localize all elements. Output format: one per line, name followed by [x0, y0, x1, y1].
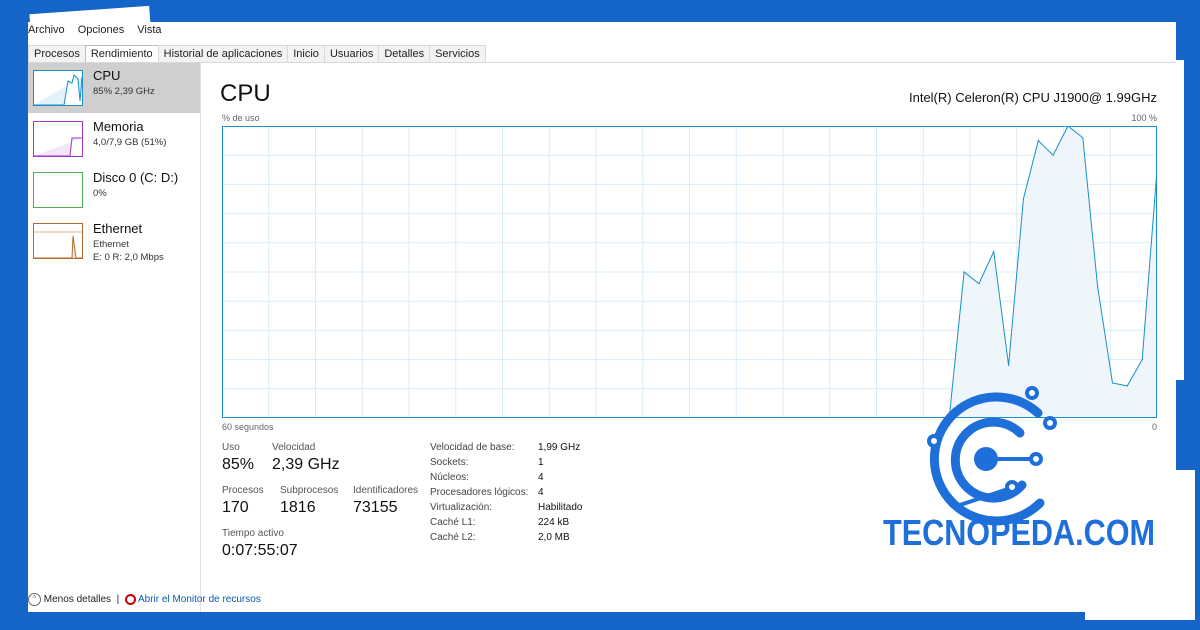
cpu-usage-point: [978, 283, 980, 285]
tiempo-activo-label: Tiempo activo: [222, 528, 284, 539]
prop-value: 2,0 MB: [538, 532, 570, 543]
sidebar-item-title: Memoria: [93, 119, 144, 134]
sidebar-item-memoria[interactable]: Memoria 4,0/7,9 GB (51%): [28, 114, 200, 164]
chevron-up-icon[interactable]: ^: [28, 593, 41, 606]
page-title: CPU: [220, 80, 271, 107]
sidebar-item-title: Disco 0 (C: D:): [93, 170, 179, 185]
subprocesos-label: Subprocesos: [280, 485, 339, 496]
cpu-usage-point: [1097, 286, 1099, 288]
tab-historial[interactable]: Historial de aplicaciones: [157, 45, 289, 63]
menu-vista[interactable]: Vista: [137, 24, 161, 36]
footer-bar: ^ Menos detalles | Abrir el Monitor de r…: [28, 593, 261, 606]
brand-name: TECNOPEDA.COM: [883, 512, 1156, 553]
cpu-usage-point: [1111, 382, 1114, 384]
prop-value: Habilitado: [538, 502, 583, 513]
processor-name: Intel(R) Celeron(R) CPU J1900@ 1.99GHz: [908, 90, 1157, 105]
tiempo-activo-value: 0:07:55:07: [222, 542, 298, 559]
resource-monitor-link[interactable]: Abrir el Monitor de recursos: [138, 594, 261, 605]
tab-detalles[interactable]: Detalles: [378, 45, 431, 63]
sidebar-item-title: Ethernet: [93, 221, 143, 236]
prop-value: 1,99 GHz: [538, 442, 581, 453]
resource-monitor-icon[interactable]: [124, 594, 136, 605]
sidebar-item-disco[interactable]: Disco 0 (C: D:) 0%: [28, 165, 200, 215]
tab-usuarios[interactable]: Usuarios: [323, 45, 380, 63]
tab-rendimiento[interactable]: Rendimiento: [84, 45, 159, 63]
cpu-usage-point: [1007, 364, 1010, 367]
menu-bar: Archivo Opciones Vista: [28, 24, 172, 44]
sidebar-item-title: CPU: [93, 68, 121, 83]
prop-value: 1: [538, 457, 544, 468]
cpu-usage-point: [1141, 359, 1143, 361]
sidebar-item-ethernet[interactable]: Ethernet Ethernet E: 0 R: 2,0 Mbps: [28, 216, 200, 266]
identificadores-label: Identificadores: [353, 485, 419, 496]
cpu-usage-point: [1126, 385, 1128, 387]
prop-label: Sockets:: [430, 457, 469, 468]
sidebar-item-cpu[interactable]: CPU 85% 2,39 GHz: [28, 63, 200, 113]
cpu-usage-point: [1052, 154, 1054, 156]
prop-label: Virtualización:: [430, 502, 493, 513]
menu-opciones[interactable]: Opciones: [78, 24, 124, 36]
y-axis-label: % de uso: [222, 113, 260, 123]
prop-label: Procesadores lógicos:: [430, 487, 529, 498]
prop-value: 4: [538, 487, 544, 498]
cpu-mini-graph: [33, 70, 83, 106]
tab-servicios[interactable]: Servicios: [429, 45, 486, 63]
cpu-stats: Uso 85% Velocidad 2,39 GHz Procesos 170 …: [222, 442, 922, 612]
cpu-usage-point: [1022, 198, 1025, 200]
prop-label: Velocidad de base:: [430, 442, 515, 453]
cpu-usage-point: [963, 271, 965, 273]
subprocesos-value: 1816: [280, 499, 316, 516]
sidebar-item-detail: 4,0/7,9 GB (51%): [93, 137, 167, 148]
ethernet-adapter-name: Ethernet: [93, 239, 129, 250]
tab-procesos[interactable]: Procesos: [28, 45, 86, 63]
sidebar-item-detail: 85% 2,39 GHz: [93, 86, 155, 97]
ethernet-throughput: E: 0 R: 2,0 Mbps: [93, 252, 164, 263]
ethernet-mini-graph: [33, 223, 83, 259]
y-max-label: 100 %: [1131, 113, 1157, 123]
prop-label: Núcleos:: [430, 472, 469, 483]
procesos-value: 170: [222, 499, 249, 516]
tab-inicio[interactable]: Inicio: [287, 45, 325, 63]
cpu-usage-point: [1082, 137, 1084, 139]
identificadores-value: 73155: [353, 499, 398, 516]
sidebar-item-detail: Ethernet E: 0 R: 2,0 Mbps: [93, 238, 164, 264]
prop-value: 224 kB: [538, 517, 570, 528]
less-details-link[interactable]: Menos detalles: [44, 594, 111, 605]
sidebar-item-detail: 0%: [93, 188, 107, 199]
procesos-label: Procesos: [222, 485, 264, 496]
cpu-usage-point: [993, 250, 995, 253]
uso-label: Uso: [222, 442, 240, 453]
velocidad-label: Velocidad: [272, 442, 316, 453]
x-axis-label: 60 segundos: [222, 422, 274, 432]
velocidad-value: 2,39 GHz: [272, 456, 340, 473]
prop-value: 4: [538, 472, 544, 483]
tab-bar: Procesos Rendimiento Historial de aplica…: [28, 45, 486, 63]
x-end-label: 0: [1151, 422, 1157, 432]
cpu-usage-chart: [222, 126, 1157, 418]
uso-value: 85%: [222, 456, 255, 473]
cpu-usage-point: [1037, 140, 1039, 142]
prop-label: Caché L2:: [430, 532, 476, 543]
disk-mini-graph: [33, 172, 83, 208]
prop-label: Caché L1:: [430, 517, 476, 528]
resource-sidebar: CPU 85% 2,39 GHz Memoria 4,0/7,9 GB (51%…: [28, 63, 201, 612]
menu-archivo[interactable]: Archivo: [28, 24, 65, 36]
memory-mini-graph: [33, 121, 83, 157]
